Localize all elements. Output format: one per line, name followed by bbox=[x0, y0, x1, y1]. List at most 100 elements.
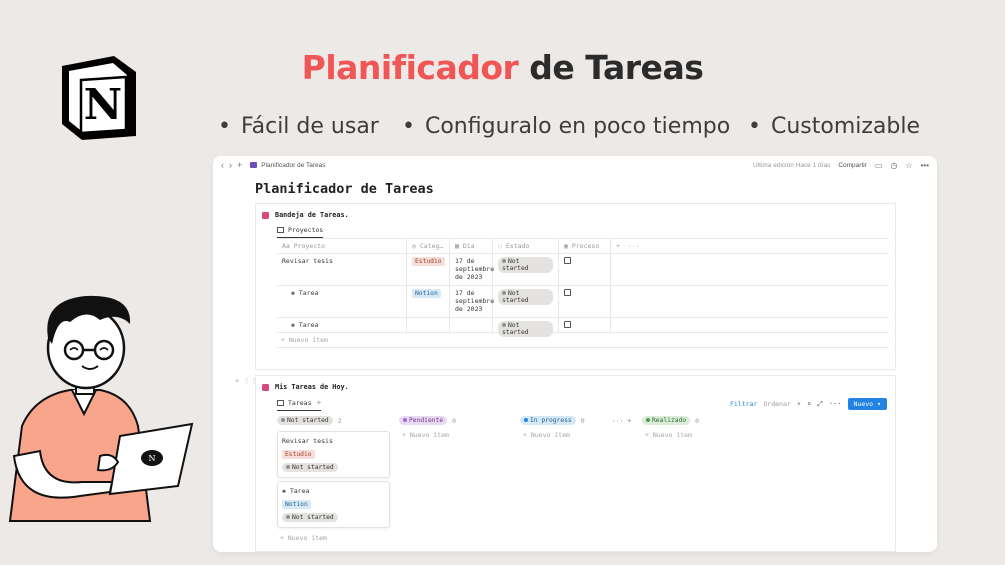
automation-icon[interactable]: ⚡ bbox=[797, 400, 801, 408]
board-column-pendiente: Pendiente 0 + Nuevo ítem bbox=[399, 416, 456, 439]
column-header-dia[interactable]: ▦ Día bbox=[450, 239, 493, 253]
card-title: Revisar tesis bbox=[282, 437, 333, 445]
category-tag: Notion bbox=[282, 500, 311, 509]
back-icon[interactable]: ‹ bbox=[221, 160, 224, 170]
add-column-icon[interactable]: + ··· bbox=[611, 239, 889, 253]
new-item-button[interactable]: + Nuevo ítem bbox=[277, 534, 390, 542]
column-header-proceso[interactable]: ▣ Proceso bbox=[559, 239, 611, 253]
subtask-icon: ❀ bbox=[291, 289, 295, 297]
process-checkbox[interactable] bbox=[564, 289, 571, 296]
board-toolbar: Filtrar Ordenar ⚡ ⌕ ⤢ ··· Nuevo ▾ bbox=[730, 398, 887, 410]
category-tag: Notion bbox=[412, 289, 441, 298]
inbox-title[interactable]: Bandeja de Tareas. bbox=[262, 211, 349, 219]
hero-title: Planificador de Tareas bbox=[0, 48, 1005, 87]
inbox-database: Bandeja de Tareas. Proyectos Aa Proyecto… bbox=[255, 203, 896, 370]
row-date: 17 de septiembre de 2023 bbox=[450, 254, 494, 285]
more-icon[interactable]: ··· bbox=[829, 400, 842, 408]
process-checkbox[interactable] bbox=[564, 257, 571, 264]
group-count: 0 bbox=[452, 416, 457, 425]
column-more-icon[interactable]: ··· + bbox=[612, 417, 632, 425]
new-item-row[interactable]: + Nuevo ítem bbox=[277, 333, 889, 348]
group-count: 2 bbox=[337, 416, 342, 425]
new-button[interactable]: Nuevo ▾ bbox=[847, 398, 887, 410]
process-checkbox[interactable] bbox=[564, 321, 571, 328]
group-label[interactable]: Pendiente bbox=[399, 416, 448, 425]
table-row[interactable]: ❀ Tarea Not started bbox=[277, 318, 889, 337]
table-row[interactable]: Revisar tesis Estudio 17 de septiembre d… bbox=[277, 254, 889, 286]
status-badge: Not started bbox=[282, 513, 338, 522]
group-label[interactable]: Realizado bbox=[642, 416, 691, 425]
category-tag: Estudio bbox=[282, 450, 315, 459]
row-name[interactable]: ❀ Tarea bbox=[277, 286, 407, 317]
search-icon[interactable]: ⌕ bbox=[807, 400, 811, 408]
add-icon[interactable]: + bbox=[237, 160, 242, 170]
board-icon bbox=[277, 399, 284, 406]
tab-tareas[interactable]: Tareas + bbox=[277, 398, 322, 411]
new-item-button[interactable]: + Nuevo ítem bbox=[281, 336, 328, 344]
expand-icon[interactable]: ⤢ bbox=[817, 400, 823, 409]
row-date: 17 de septiembre de 2023 bbox=[450, 286, 494, 317]
sort-button[interactable]: Ordenar bbox=[763, 400, 790, 408]
tab-proyectos-label: Proyectos bbox=[288, 226, 324, 234]
history-icon[interactable]: ◷ bbox=[890, 161, 897, 170]
feature-config: Configuralo en poco tiempo bbox=[402, 114, 730, 139]
chevron-down-icon: ▾ bbox=[877, 400, 881, 408]
database-icon bbox=[262, 211, 269, 219]
notion-app-window: ‹ › + Planificador de Tareas Última edic… bbox=[213, 156, 937, 552]
notion-logo-letter: N bbox=[84, 80, 122, 129]
card-title: ❀ Tarea bbox=[282, 487, 310, 495]
board-column-not-started: Not started 2 Revisar tesis Estudio Not s… bbox=[277, 416, 390, 542]
today-board: Mis Tareas de Hoy. Tareas + Filtrar Orden… bbox=[255, 375, 896, 552]
svg-text:N: N bbox=[149, 454, 156, 463]
breadcrumb[interactable]: Planificador de Tareas bbox=[261, 162, 325, 169]
projects-table: Aa Proyecto ◎ Categ… ▦ Día ◌ Estado ▣ Pr… bbox=[277, 238, 889, 348]
board-card[interactable]: Revisar tesis Estudio Not started bbox=[277, 431, 390, 478]
today-title-text: Mis Tareas de Hoy. bbox=[275, 383, 349, 391]
column-header-estado[interactable]: ◌ Estado bbox=[493, 239, 559, 253]
share-button[interactable]: Compartir bbox=[838, 162, 867, 169]
group-count: 0 bbox=[695, 416, 700, 425]
status-badge: Not started bbox=[498, 257, 553, 273]
page-title: Planificador de Tareas bbox=[255, 181, 434, 197]
group-count: 0 bbox=[580, 416, 585, 425]
database-icon bbox=[262, 383, 269, 391]
subtask-icon: ❀ bbox=[282, 487, 286, 495]
column-header-proyecto[interactable]: Aa Proyecto bbox=[277, 239, 407, 253]
top-bar: ‹ › + Planificador de Tareas Última edic… bbox=[213, 156, 937, 174]
tab-tareas-label: Tareas bbox=[288, 398, 312, 407]
status-badge: Not started bbox=[498, 321, 553, 337]
forward-icon[interactable]: › bbox=[229, 160, 232, 170]
subtask-icon: ❀ bbox=[291, 321, 295, 329]
hero-title-rest: de Tareas bbox=[518, 48, 704, 87]
status-badge: Not started bbox=[282, 463, 338, 472]
column-header-categoria[interactable]: ◎ Categ… bbox=[407, 239, 450, 253]
row-name[interactable]: ❀ Tarea bbox=[277, 318, 407, 332]
tab-proyectos[interactable]: Proyectos bbox=[277, 226, 324, 238]
group-label[interactable]: In progress bbox=[520, 416, 576, 425]
comment-icon[interactable]: ▭ bbox=[875, 161, 883, 170]
feature-easy: Fácil de usar bbox=[218, 114, 379, 139]
person-laptop-illustration: N bbox=[8, 295, 194, 522]
status-badge: Not started bbox=[498, 289, 553, 305]
star-icon[interactable]: ☆ bbox=[905, 161, 912, 170]
database-icon bbox=[250, 162, 258, 168]
board-card[interactable]: ❀ Tarea Notion Not started bbox=[277, 481, 390, 528]
new-item-button[interactable]: + Nuevo ítem bbox=[642, 431, 699, 439]
row-name[interactable]: Revisar tesis bbox=[277, 254, 407, 285]
table-icon bbox=[277, 227, 284, 233]
table-row[interactable]: ❀ Tarea Notion 17 de septiembre de 2023 … bbox=[277, 286, 889, 318]
category-tag: Estudio bbox=[412, 257, 445, 266]
new-item-button[interactable]: + Nuevo ítem bbox=[520, 431, 631, 439]
add-view-icon[interactable]: + bbox=[316, 398, 321, 407]
feature-custom: Customizable bbox=[748, 114, 920, 139]
table-header: Aa Proyecto ◎ Categ… ▦ Día ◌ Estado ▣ Pr… bbox=[277, 239, 889, 254]
inbox-title-text: Bandeja de Tareas. bbox=[275, 211, 349, 219]
board-column-realizado: Realizado 0 + Nuevo ítem bbox=[642, 416, 699, 439]
new-item-button[interactable]: + Nuevo ítem bbox=[399, 431, 456, 439]
filter-button[interactable]: Filtrar bbox=[730, 400, 757, 408]
last-edited-label: Última edición Hace 1 días bbox=[753, 161, 831, 169]
more-icon[interactable]: ••• bbox=[921, 161, 929, 170]
board-column-in-progress: In progress 0 ··· + + Nuevo ítem bbox=[520, 416, 631, 439]
today-title[interactable]: Mis Tareas de Hoy. bbox=[262, 383, 349, 391]
group-label[interactable]: Not started bbox=[277, 416, 333, 425]
